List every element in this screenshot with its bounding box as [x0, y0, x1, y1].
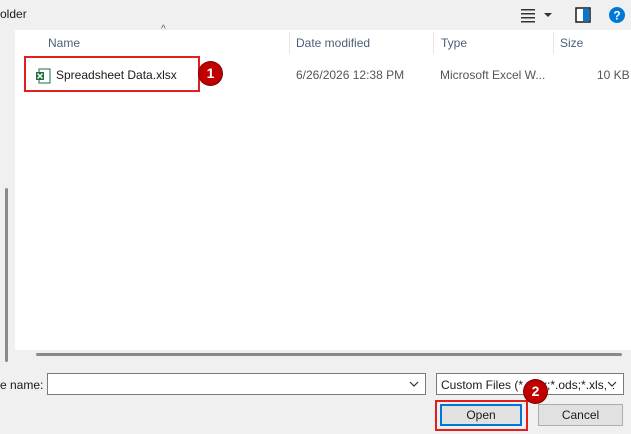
file-size: 10 KB: [597, 68, 630, 82]
horizontal-scrollbar[interactable]: [36, 353, 622, 356]
sort-ascending-icon: ^: [161, 24, 166, 35]
nav-pane-scrollbar[interactable]: [0, 30, 14, 362]
help-icon-glyph: ?: [613, 9, 620, 23]
file-type: Microsoft Excel W...: [440, 68, 546, 82]
file-name-input[interactable]: [52, 375, 406, 395]
chevron-down-icon[interactable]: [542, 8, 554, 22]
step-2-badge: 2: [524, 380, 547, 403]
column-header-type[interactable]: Type: [441, 30, 467, 56]
help-icon[interactable]: ?: [607, 5, 627, 25]
file-name-combobox[interactable]: [47, 373, 426, 395]
column-header-row: ^ Name Date modified Type Size: [15, 24, 631, 56]
chevron-down-icon[interactable]: [409, 380, 419, 388]
highlight-box-open: [435, 400, 528, 431]
new-folder-button-label[interactable]: older: [0, 7, 27, 21]
step-1-badge: 1: [199, 62, 222, 85]
chevron-down-icon[interactable]: [604, 380, 617, 388]
highlight-box-file: [24, 56, 200, 92]
column-header-size[interactable]: Size: [560, 30, 583, 56]
column-divider[interactable]: [433, 32, 434, 54]
file-name-label: e name:: [0, 378, 44, 392]
column-divider[interactable]: [289, 32, 290, 54]
column-header-date[interactable]: Date modified: [296, 30, 370, 56]
list-view-icon[interactable]: [519, 6, 537, 24]
scrollbar-thumb[interactable]: [5, 188, 8, 362]
dialog-toolbar: older ?: [0, 0, 631, 30]
preview-pane-icon[interactable]: [573, 5, 593, 25]
file-date-modified: 6/26/2026 12:38 PM: [296, 68, 405, 82]
cancel-button[interactable]: Cancel: [538, 404, 623, 426]
column-divider[interactable]: [553, 32, 554, 54]
column-header-name[interactable]: Name: [48, 30, 80, 56]
